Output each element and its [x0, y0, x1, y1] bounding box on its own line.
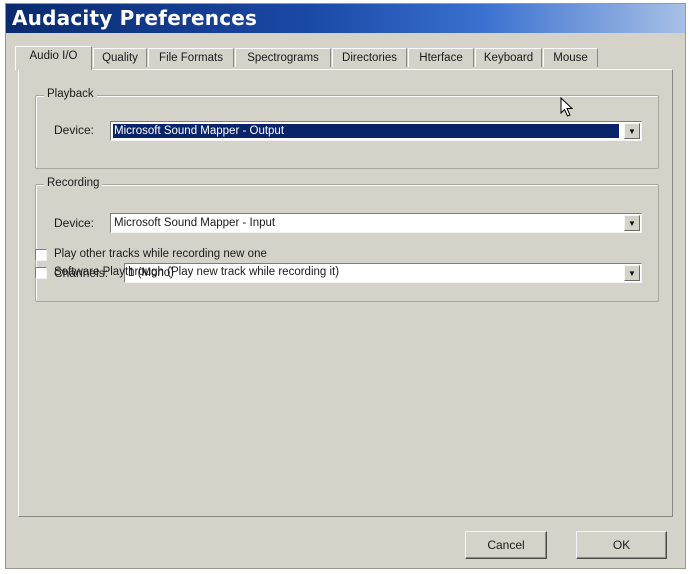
window-title: Audacity Preferences	[12, 6, 258, 30]
play-other-tracks-checkbox[interactable]	[35, 249, 47, 261]
software-playthrough-label: Software Playthrough (Play new track whi…	[54, 266, 340, 278]
tab-file-formats[interactable]: File Formats	[148, 48, 234, 67]
chevron-down-icon[interactable]: ▼	[624, 123, 640, 139]
tab-quality[interactable]: Quality	[93, 48, 147, 67]
playback-device-value: Microsoft Sound Mapper - Output	[113, 124, 619, 138]
mouse-pointer-icon	[560, 97, 574, 117]
tab-audio-io[interactable]: Audio I/O	[15, 46, 92, 70]
software-playthrough-option[interactable]: Software Playthrough (Play new track whi…	[35, 266, 415, 280]
ok-button[interactable]: OK	[576, 531, 667, 559]
chevron-down-icon[interactable]: ▼	[624, 215, 640, 231]
tab-spectrograms[interactable]: Spectrograms	[235, 48, 331, 67]
playback-group-title: Playback	[44, 88, 97, 100]
recording-device-label: Device:	[54, 216, 95, 230]
preferences-window: Audacity Preferences Audio I/O Quality F…	[5, 3, 686, 569]
audio-io-panel: Playback Device: Microsoft Sound Mapper …	[18, 69, 673, 517]
playback-device-label: Device:	[54, 123, 95, 137]
tab-mouse[interactable]: Mouse	[543, 48, 598, 67]
tab-interface[interactable]: Hterface	[408, 48, 474, 67]
chevron-down-icon[interactable]: ▼	[624, 265, 640, 281]
cancel-button[interactable]: Cancel	[465, 531, 547, 559]
recording-group-title: Recording	[44, 177, 103, 189]
playback-device-select[interactable]: Microsoft Sound Mapper - Output ▼	[110, 121, 642, 141]
recording-device-value: Microsoft Sound Mapper - Input	[114, 217, 276, 229]
recording-device-select[interactable]: Microsoft Sound Mapper - Input ▼	[110, 213, 642, 233]
play-other-tracks-label: Play other tracks while recording new on…	[54, 248, 267, 260]
title-bar[interactable]: Audacity Preferences	[6, 4, 685, 33]
tab-directories[interactable]: Directories	[332, 48, 407, 67]
tab-keyboard[interactable]: Keyboard	[475, 48, 542, 67]
recording-group: Recording Device: Microsoft Sound Mapper…	[35, 177, 659, 302]
play-other-tracks-option[interactable]: Play other tracks while recording new on…	[35, 248, 335, 262]
software-playthrough-checkbox[interactable]	[35, 267, 47, 279]
